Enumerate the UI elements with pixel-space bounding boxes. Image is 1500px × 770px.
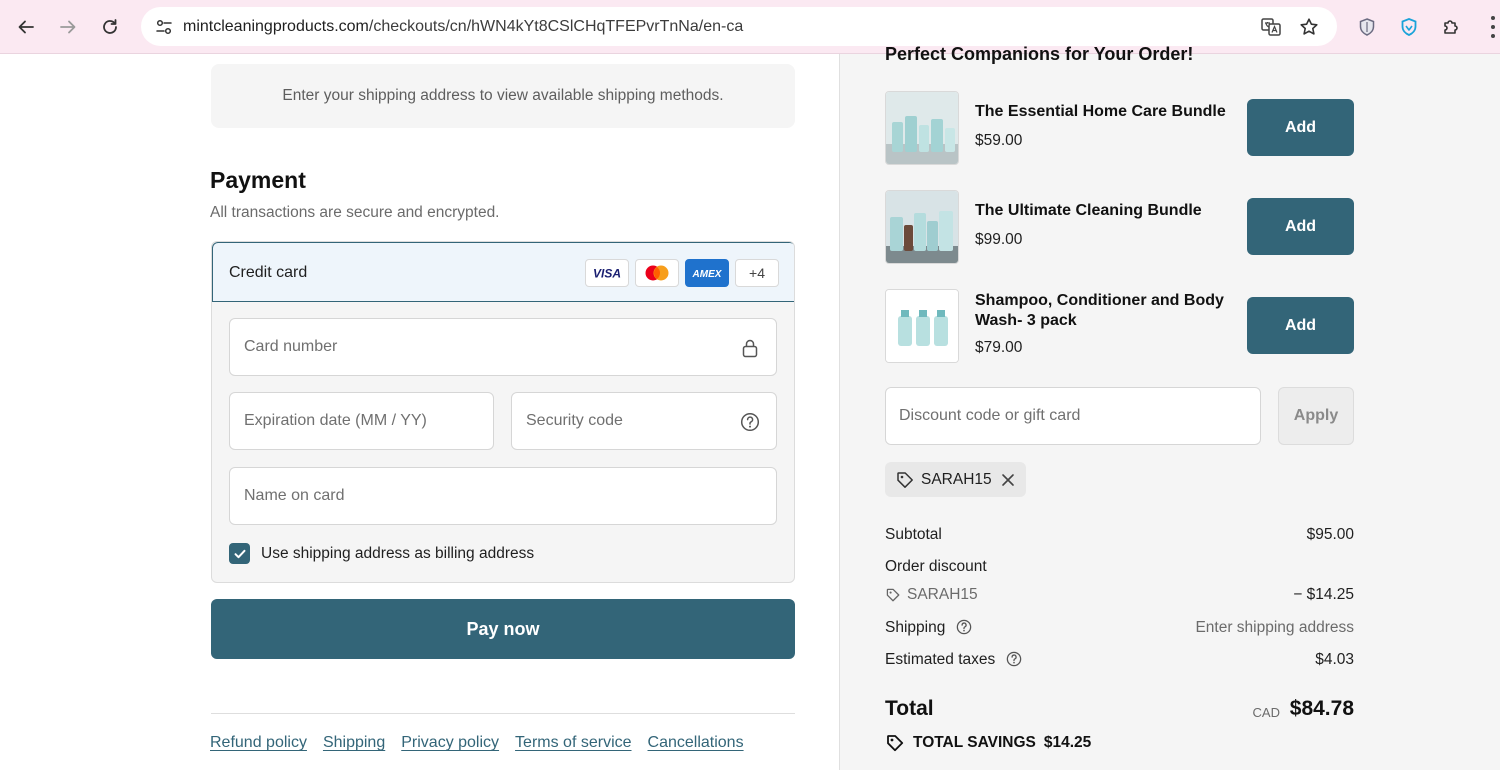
arrow-right-icon <box>60 20 76 34</box>
more-card-brands-label: +4 <box>749 265 765 281</box>
subtotal-label: Subtotal <box>885 526 942 543</box>
svg-text:AMEX: AMEX <box>692 269 723 280</box>
checkmark-icon <box>234 549 245 558</box>
extensions-puzzle-icon[interactable] <box>1436 12 1466 42</box>
arrow-left-icon <box>18 20 34 34</box>
product-thumbnail <box>885 289 959 363</box>
bookmark-star-icon[interactable] <box>1294 12 1324 42</box>
currency-code: CAD <box>1252 705 1280 720</box>
back-button[interactable] <box>11 12 41 42</box>
security-code-field[interactable] <box>511 392 777 450</box>
product-name: Shampoo, Conditioner and Body Wash- 3 pa… <box>975 292 1224 329</box>
add-product-button[interactable]: Add <box>1247 297 1354 354</box>
applied-discount-chip: SARAH15 <box>885 462 1026 497</box>
visa-icon: VISA <box>585 259 629 287</box>
translate-icon[interactable] <box>1256 12 1286 42</box>
security-code-input[interactable] <box>512 393 776 449</box>
reload-icon <box>103 19 117 34</box>
help-circle-icon[interactable] <box>1006 651 1022 667</box>
order-discount-value: − $14.25 <box>1293 586 1354 603</box>
privacy-policy-link[interactable]: Privacy policy <box>401 734 499 752</box>
pay-now-button[interactable]: Pay now <box>211 599 795 659</box>
cancellations-link[interactable]: Cancellations <box>648 734 744 752</box>
tag-icon <box>887 735 904 752</box>
footer-divider <box>211 713 795 714</box>
browser-menu-icon[interactable] <box>1486 16 1500 38</box>
footer-links: Refund policy Shipping Privacy policy Te… <box>210 734 744 752</box>
order-discount-label: Order discount <box>885 558 987 575</box>
product-price: $79.00 <box>975 339 1023 356</box>
shipping-row-label: Shipping <box>885 619 972 637</box>
billing-address-checkbox[interactable] <box>229 543 250 564</box>
svg-text:VISA: VISA <box>593 267 621 279</box>
applied-discount-code: SARAH15 <box>921 471 992 488</box>
discount-code-input[interactable] <box>886 388 1260 444</box>
companions-heading: Perfect Companions for Your Order! <box>885 44 1194 64</box>
total-label: Total <box>885 697 934 720</box>
forward-button[interactable] <box>53 12 83 42</box>
taxes-row-label: Estimated taxes <box>885 651 1022 669</box>
vpn-extension-icon[interactable] <box>1394 12 1424 42</box>
taxes-label: Estimated taxes <box>885 651 996 668</box>
product-thumbnail <box>885 190 959 264</box>
amex-icon: AMEX <box>685 259 729 287</box>
shield-extension-icon[interactable] <box>1352 12 1382 42</box>
order-discount-code: SARAH15 <box>907 586 978 603</box>
url-path: /checkouts/cn/hWN4kYt8CSlCHqTFEPvrTnNa/e… <box>368 18 744 35</box>
shipping-value: Enter shipping address <box>1195 619 1354 636</box>
name-on-card-input[interactable] <box>230 468 776 524</box>
product-price: $59.00 <box>975 132 1023 149</box>
billing-address-label[interactable]: Use shipping address as billing address <box>261 545 534 563</box>
url-host: mintcleaningproducts.com <box>183 18 369 35</box>
product-price: $99.00 <box>975 231 1023 248</box>
discount-code-field[interactable] <box>885 387 1261 445</box>
refund-policy-link[interactable]: Refund policy <box>210 734 307 752</box>
total-value: $84.78 <box>1289 697 1354 720</box>
help-circle-icon[interactable] <box>740 412 760 432</box>
credit-card-option[interactable]: Credit card VISA AMEX +4 <box>212 242 794 302</box>
product-name: The Essential Home Care Bundle <box>975 103 1226 120</box>
site-info-icon[interactable] <box>149 12 179 42</box>
taxes-value: $4.03 <box>1315 651 1354 668</box>
payment-security-note: All transactions are secure and encrypte… <box>210 204 500 221</box>
apply-discount-button[interactable]: Apply <box>1278 387 1354 445</box>
credit-card-label: Credit card <box>229 264 308 281</box>
expiration-date-input[interactable] <box>230 393 493 449</box>
address-bar[interactable]: mintcleaningproducts.com/checkouts/cn/hW… <box>141 7 1337 46</box>
card-number-field[interactable] <box>229 318 777 376</box>
tag-icon <box>886 588 900 602</box>
tag-icon <box>897 472 913 488</box>
order-discount-code-row: SARAH15 <box>885 586 978 604</box>
shipping-methods-message: Enter your shipping address to view avai… <box>282 87 724 104</box>
shipping-link[interactable]: Shipping <box>323 734 385 752</box>
total-savings-label: TOTAL SAVINGS <box>913 734 1036 751</box>
add-product-button[interactable]: Add <box>1247 198 1354 255</box>
card-number-input[interactable] <box>230 319 776 375</box>
url-text[interactable]: mintcleaningproducts.com/checkouts/cn/hW… <box>183 18 743 36</box>
product-name: The Ultimate Cleaning Bundle <box>975 202 1202 219</box>
name-on-card-field[interactable] <box>229 467 777 525</box>
terms-of-service-link[interactable]: Terms of service <box>515 734 631 752</box>
add-product-button[interactable]: Add <box>1247 99 1354 156</box>
total-savings: TOTAL SAVINGS $14.25 <box>885 733 1091 753</box>
mastercard-icon <box>635 259 679 287</box>
total-savings-value: $14.25 <box>1043 734 1092 751</box>
help-circle-icon[interactable] <box>956 619 972 635</box>
product-thumbnail <box>885 91 959 165</box>
browser-toolbar: mintcleaningproducts.com/checkouts/cn/hW… <box>0 0 1500 54</box>
shipping-methods-notice: Enter your shipping address to view avai… <box>211 64 795 128</box>
shipping-label: Shipping <box>885 619 946 636</box>
expiration-date-field[interactable] <box>229 392 494 450</box>
lock-icon <box>740 338 760 358</box>
subtotal-value: $95.00 <box>1306 526 1354 543</box>
reload-button[interactable] <box>95 12 125 42</box>
remove-discount-icon[interactable] <box>998 470 1018 490</box>
more-card-brands[interactable]: +4 <box>735 259 779 287</box>
payment-heading: Payment <box>210 167 306 193</box>
